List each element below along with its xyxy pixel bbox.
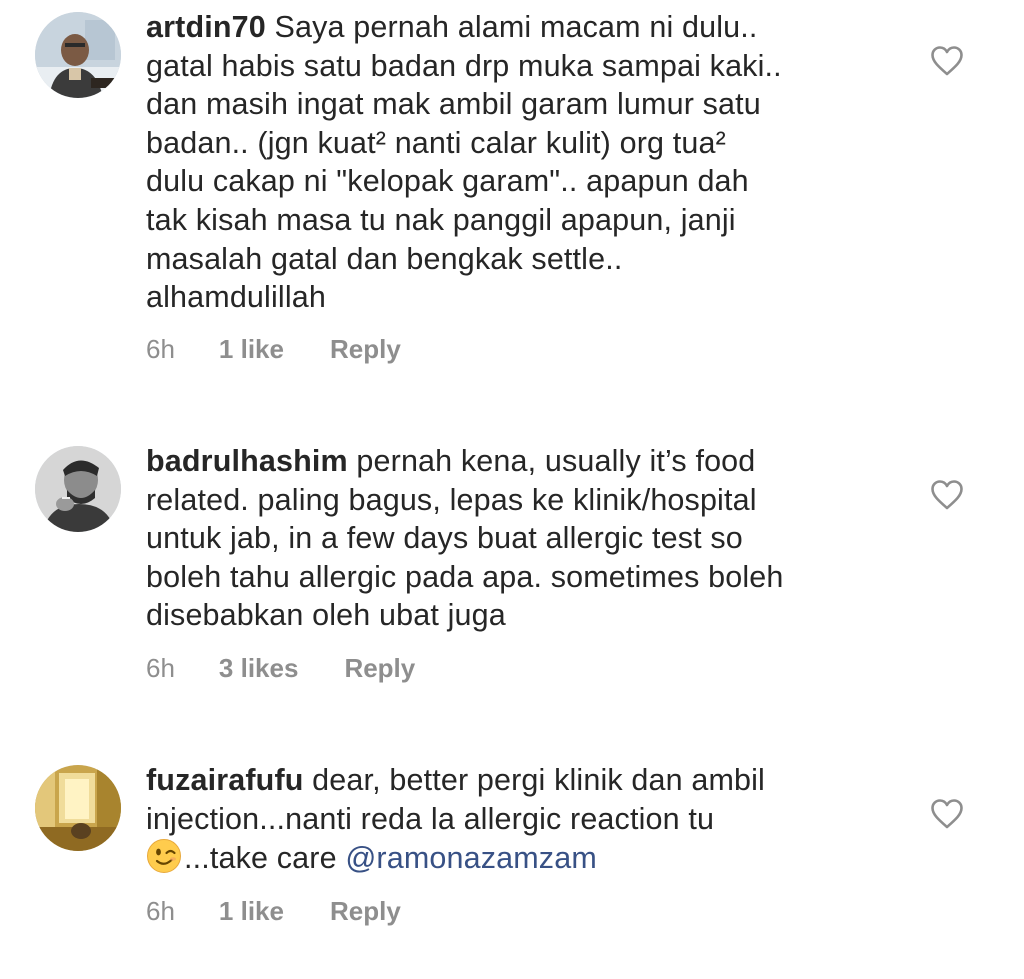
heart-outline-icon[interactable] [930,45,964,77]
comment-likes-link[interactable]: 1 like [219,896,284,927]
grayscale-man-portrait-avatar [35,446,121,532]
mention-link[interactable]: @ramonazamzam [345,841,597,875]
avatar[interactable] [35,12,121,98]
comment-timestamp: 6h [146,334,175,364]
comment-text-line: tak kisah masa tu nak panggil apapun, ja… [146,202,736,237]
comment-likes-link[interactable]: 1 like [219,334,284,365]
reply-button[interactable]: Reply [330,334,401,365]
comment-meta: 6h 3 likes Reply [146,653,415,684]
comment-timestamp: 6h [146,653,175,683]
heart-outline-icon[interactable] [930,798,964,830]
comment-text-line: badan.. (jgn kuat² nanti calar kulit) or… [146,125,726,160]
comment-text: fuzairafufu dear, better pergi klinik da… [146,761,886,884]
comment-text-line: related. paling bagus, lepas ke klinik/h… [146,482,757,517]
avatar[interactable] [35,446,121,532]
man-portrait-avatar [35,12,121,98]
comment-text-line: pernah kena, usually it’s food [356,444,756,478]
comment-text-line: boleh tahu allergic pada apa. sometimes … [146,559,784,594]
reply-button[interactable]: Reply [330,896,401,927]
comment-text-line: alhamdulillah [146,280,326,315]
comment-text: artdin70 Saya pernah alami macam ni dulu… [146,8,886,317]
heart-outline-icon[interactable] [930,479,964,511]
comment-text-line: masalah gatal dan bengkak settle.. [146,241,623,276]
comment-username[interactable]: artdin70 [146,10,266,44]
comment-text-line: gatal habis satu badan drp muka sampai k… [146,48,782,83]
reply-button[interactable]: Reply [344,653,415,684]
comment-meta: 6h 1 like Reply [146,896,401,927]
comment-likes-link[interactable]: 3 likes [219,653,299,684]
comment-text-line: Saya pernah alami macam ni dulu.. [274,10,758,44]
winking-face-emoji [146,838,182,884]
comment-meta: 6h 1 like Reply [146,334,401,365]
comment-text-line: injection...nanti reda la allergic react… [146,801,715,836]
comment-text-line: dan masih ingat mak ambil garam lumur sa… [146,87,761,122]
comment-username[interactable]: fuzairafufu [146,763,304,797]
comment-text-line: disebabkan oleh ubat juga [146,598,506,633]
comment-text-line: dulu cakap ni "kelopak garam".. apapun d… [146,164,749,199]
comment-text: badrulhashim pernah kena, usually it’s f… [146,442,886,635]
comment-text-line: ...take care [184,841,337,876]
golden-room-avatar [35,765,121,851]
comment-username[interactable]: badrulhashim [146,444,348,478]
comment-text-line: dear, better pergi klinik dan ambil [312,763,765,797]
comment-timestamp: 6h [146,896,175,926]
avatar[interactable] [35,765,121,851]
comment-text-line: untuk jab, in a few days buat allergic t… [146,521,743,556]
